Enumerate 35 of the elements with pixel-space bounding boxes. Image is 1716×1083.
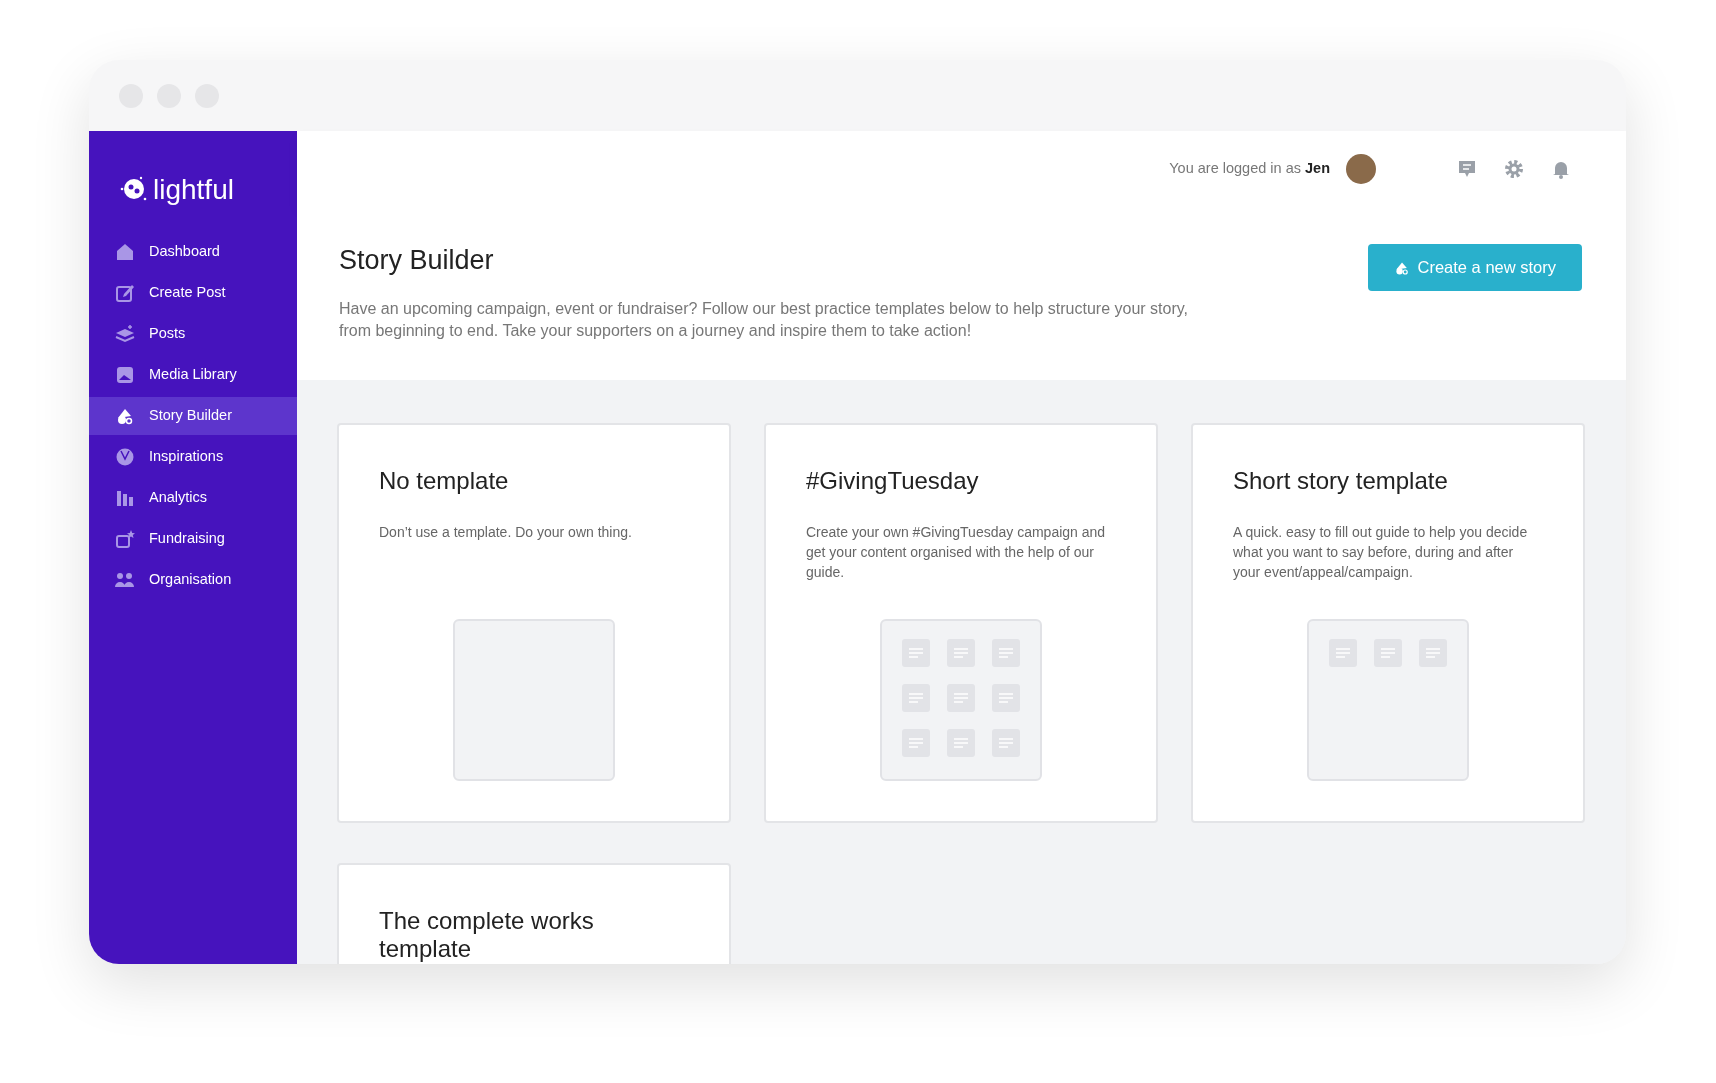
chat-icon[interactable] bbox=[1457, 158, 1477, 179]
template-card[interactable]: No template Don’t use a template. Do your own thing. bbox=[337, 422, 731, 823]
sidebar-item[interactable]: Dashboard bbox=[89, 233, 297, 271]
template-description: A quick. easy to fill out guide to help you decide what you want to say before, during and after your event/appeal/campaign. bbox=[1233, 523, 1529, 582]
sidebar-item[interactable]: Organisation bbox=[89, 561, 297, 599]
template-title: No template bbox=[379, 466, 510, 496]
template-title: #GivingTuesday bbox=[806, 466, 980, 496]
nav-icon bbox=[115, 365, 135, 385]
nav-icon bbox=[115, 529, 135, 549]
sidebar-item[interactable]: Create Post bbox=[89, 274, 297, 312]
page-description: Have an upcoming campaign, event or fundraiser? Follow our best practice templates below to help structure your story, from beginning to end. Take your supporters on a journey and inspire them to take action! bbox=[339, 299, 1189, 341]
nav-icon bbox=[115, 324, 135, 344]
login-status: You are logged in as Jen bbox=[1169, 158, 1330, 178]
nav-icon bbox=[115, 283, 135, 303]
nav-icon bbox=[115, 570, 135, 590]
template-card[interactable]: The complete works template bbox=[337, 862, 731, 964]
template-description: Don’t use a template. Do your own thing. bbox=[379, 523, 633, 543]
page-title: Story Builder bbox=[339, 244, 495, 277]
sidebar-item[interactable]: Posts bbox=[89, 315, 297, 353]
template-title: Short story template bbox=[1233, 466, 1449, 496]
template-card[interactable]: #GivingTuesday Create your own #GivingTuesday campaign and get your content organised with the help of our guide. bbox=[764, 422, 1158, 823]
nav-icon bbox=[115, 488, 135, 508]
nav-icon bbox=[115, 242, 135, 262]
template-description: Create your own #GivingTuesday campaign and get your content organised with the help of our guide. bbox=[806, 523, 1107, 582]
sidebar-item[interactable]: Story Builder bbox=[89, 397, 297, 435]
sidebar-item[interactable]: Analytics bbox=[89, 479, 297, 517]
avatar[interactable] bbox=[1346, 153, 1376, 184]
settings-icon[interactable] bbox=[1503, 157, 1525, 180]
sidebar-item[interactable]: Fundraising bbox=[89, 520, 297, 558]
sidebar-item[interactable]: Media Library bbox=[89, 356, 297, 394]
nav-icon bbox=[115, 447, 135, 467]
template-card[interactable]: Short story template A quick. easy to fill out guide to help you decide what you want to say before, during and after your event/appeal/campaign. bbox=[1191, 422, 1585, 823]
sidebar-item[interactable]: Inspirations bbox=[89, 438, 297, 476]
logo-text: lightful bbox=[153, 173, 234, 207]
template-title: The complete works template bbox=[379, 906, 595, 964]
